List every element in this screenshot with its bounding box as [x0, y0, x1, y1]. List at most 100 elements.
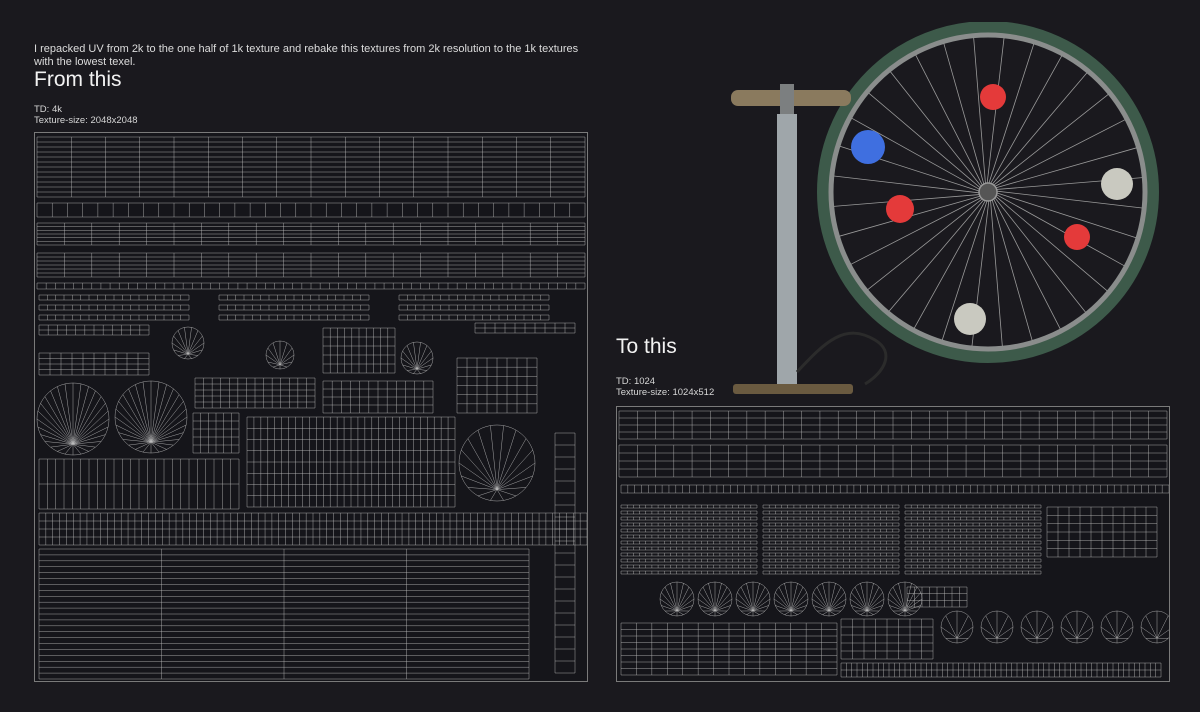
uv-strip: [762, 510, 900, 515]
uv-disc: [458, 424, 536, 502]
bicycle-wheel-pump-render: [725, 22, 1170, 402]
before-meta: TD: 4k Texture-size: 2048x2048: [34, 104, 138, 126]
uv-strip: [38, 512, 587, 546]
uv-strip: [398, 304, 550, 311]
uv-disc: [849, 581, 885, 617]
uv-strip: [904, 540, 1042, 545]
uv-strip: [620, 552, 758, 557]
uv-layout-after: [616, 406, 1170, 682]
uv-strip: [762, 504, 900, 509]
uv-disc: [1020, 610, 1054, 644]
uv-disc: [659, 581, 695, 617]
uv-strip: [904, 570, 1042, 575]
pump-handle-joint: [780, 84, 794, 114]
uv-strip: [194, 377, 316, 409]
uv-strip: [218, 294, 370, 301]
reflector-red: [886, 195, 914, 223]
after-td: TD: 1024: [616, 376, 656, 387]
uv-disc: [265, 340, 295, 370]
uv-strip: [762, 534, 900, 539]
uv-disc: [36, 382, 110, 456]
uv-strip: [620, 564, 758, 569]
render-image: [731, 22, 1159, 394]
uv-strip: [456, 357, 538, 414]
uv-strip: [38, 314, 190, 321]
uv-strip: [218, 314, 370, 321]
uv-strip: [1046, 506, 1158, 558]
uv-strip: [762, 516, 900, 521]
reflector-blue: [851, 130, 885, 164]
pump-base: [733, 384, 853, 394]
uv-strip: [620, 546, 758, 551]
uv-strip: [904, 534, 1042, 539]
reflector-clear: [1101, 168, 1133, 200]
hub: [978, 182, 998, 202]
pump-barrel: [777, 114, 797, 386]
uv-strip: [620, 540, 758, 545]
uv-strip: [474, 322, 576, 334]
uv-strip: [762, 564, 900, 569]
uv-strip: [904, 528, 1042, 533]
uv-strip: [762, 546, 900, 551]
before-td: TD: 4k: [34, 104, 62, 115]
uv-strip: [38, 324, 150, 336]
uv-strip: [840, 662, 1162, 678]
uv-strip: [38, 294, 190, 301]
uv-strip: [618, 410, 1168, 440]
pump-hose: [795, 331, 888, 386]
after-texture-size: Texture-size: 1024x512: [616, 387, 715, 398]
uv-strip: [762, 528, 900, 533]
reflector-red: [980, 84, 1006, 110]
uv-disc: [980, 610, 1014, 644]
uv-disc: [697, 581, 733, 617]
after-meta: TD: 1024 Texture-size: 1024x512: [616, 376, 714, 398]
uv-strip: [906, 586, 968, 608]
uv-strip: [904, 522, 1042, 527]
uv-disc: [735, 581, 771, 617]
uv-strip: [620, 522, 758, 527]
uv-strip: [38, 304, 190, 311]
uv-strip: [904, 504, 1042, 509]
uv-strip: [904, 510, 1042, 515]
uv-strip: [620, 484, 1169, 494]
uv-disc: [1140, 610, 1169, 644]
uv-wireframe-before: [36, 136, 587, 680]
uv-strip: [620, 504, 758, 509]
uv-disc: [114, 380, 188, 454]
reflector-red: [1064, 224, 1090, 250]
uv-wireframe-after: [618, 410, 1169, 678]
uv-disc: [940, 610, 974, 644]
uv-strip: [840, 618, 934, 660]
uv-disc: [773, 581, 809, 617]
uv-disc: [811, 581, 847, 617]
after-heading: To this: [616, 335, 677, 358]
uv-strip: [36, 136, 586, 198]
uv-strip: [904, 516, 1042, 521]
uv-strip: [620, 516, 758, 521]
reflector-clear: [954, 303, 986, 335]
uv-strip: [762, 522, 900, 527]
uv-strip: [38, 458, 240, 510]
uv-strip: [904, 564, 1042, 569]
uv-strip: [620, 534, 758, 539]
uv-strip: [192, 412, 240, 454]
uv-strip: [36, 202, 586, 218]
uv-strip: [554, 432, 576, 674]
uv-strip: [762, 552, 900, 557]
uv-disc: [171, 326, 205, 360]
uv-strip: [36, 282, 586, 290]
uv-strip: [904, 552, 1042, 557]
uv-strip: [322, 327, 396, 374]
uv-strip: [38, 548, 530, 680]
uv-strip: [620, 528, 758, 533]
uv-strip: [620, 558, 758, 563]
uv-strip: [36, 222, 586, 246]
uv-strip: [904, 558, 1042, 563]
uv-strip: [398, 294, 550, 301]
uv-strip: [246, 416, 456, 508]
uv-strip: [762, 570, 900, 575]
uv-strip: [618, 444, 1168, 478]
uv-strip: [762, 540, 900, 545]
uv-strip: [36, 252, 586, 278]
uv-strip: [904, 546, 1042, 551]
